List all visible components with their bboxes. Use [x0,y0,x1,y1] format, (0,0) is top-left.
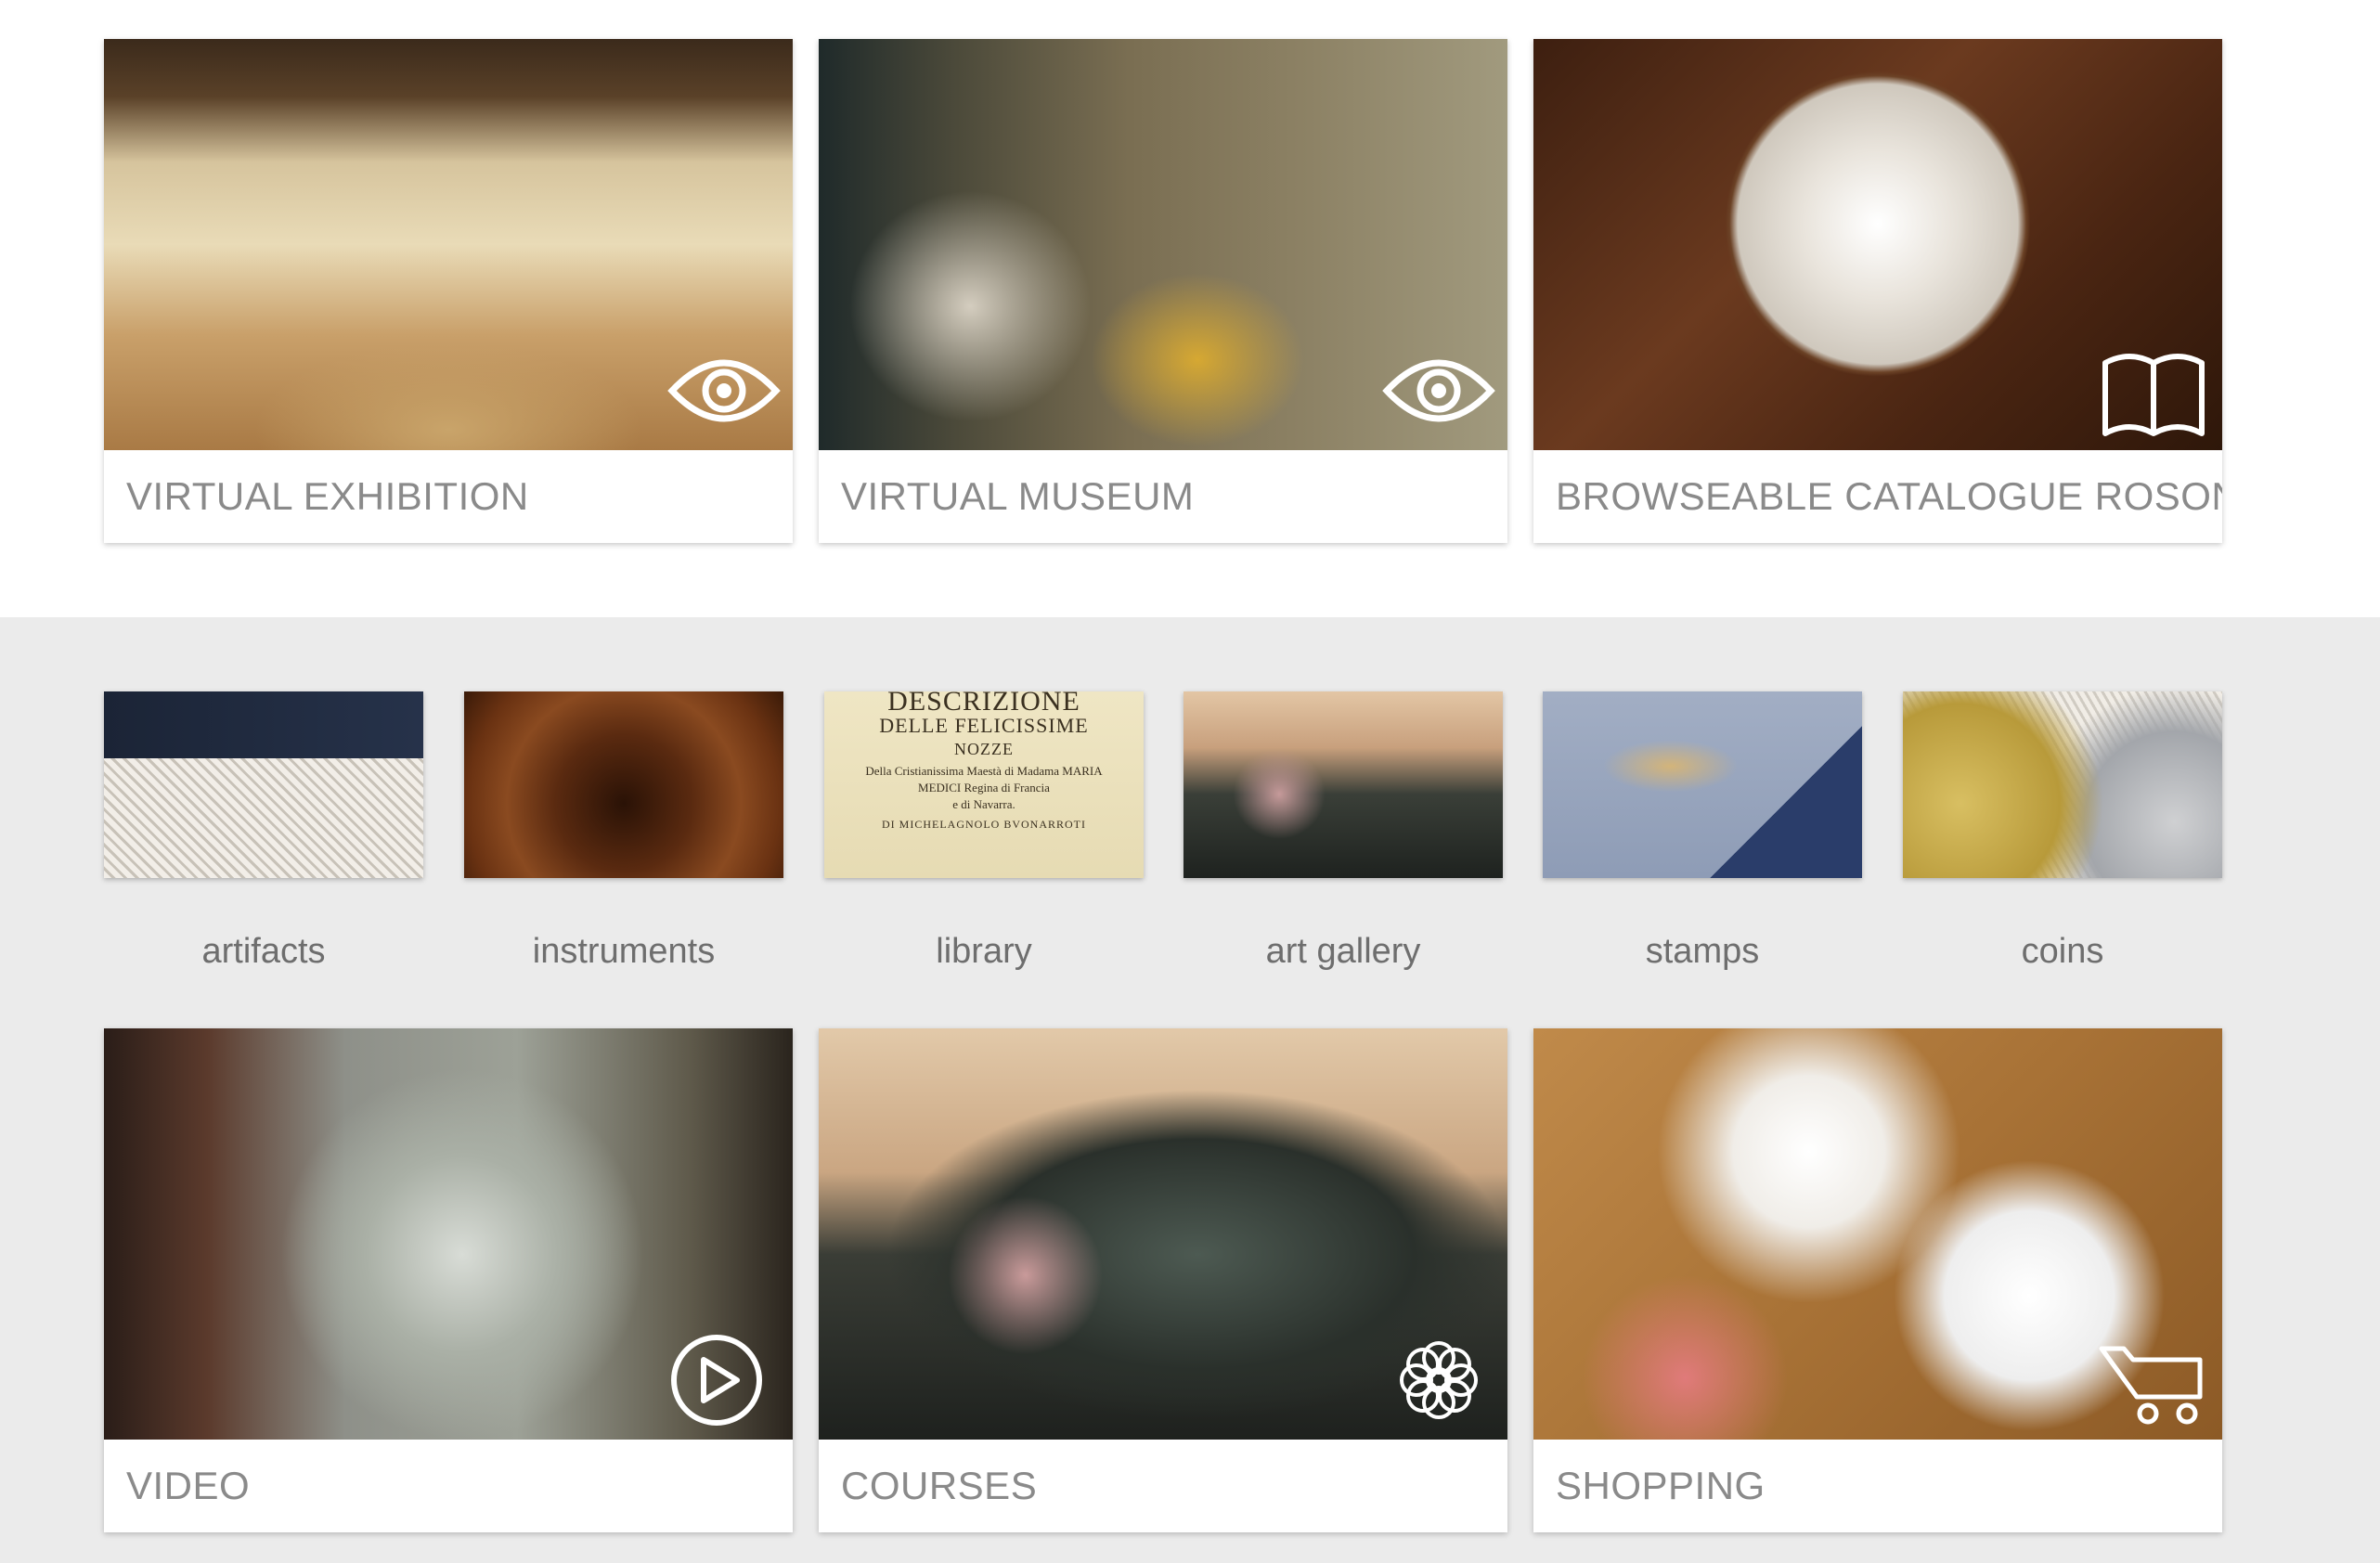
video-label: VIDEO [126,1464,251,1507]
coins-thumbnail[interactable] [1903,691,2222,878]
courses-card[interactable]: COURSES [819,1028,1507,1532]
courses-image [819,1028,1507,1440]
instruments-label[interactable]: instruments [464,932,783,972]
virtual-museum-label: VIRTUAL MUSEUM [841,474,1195,518]
library-book-author: DI MICHELAGNOLO BVONARROTI [882,818,1086,831]
library-thumbnail[interactable]: DESCRIZIONE DELLE FELICISSIME NOZZE Dell… [824,691,1144,878]
art-gallery-label[interactable]: art gallery [1184,932,1503,972]
eye-icon [1382,359,1495,422]
stamps-label[interactable]: stamps [1543,932,1862,972]
shopping-card[interactable]: SHOPPING [1533,1028,2222,1532]
shopping-image [1533,1028,2222,1440]
video-image [104,1028,793,1440]
stamps-thumbnail[interactable] [1543,691,1862,878]
library-book-line: MEDICI Regina di Francia [918,781,1050,794]
artifacts-thumbnail[interactable] [104,691,423,878]
library-book-line: Della Cristianissima Maestà di Madama MA… [865,764,1103,778]
cart-icon [2099,1346,2203,1425]
library-book-line: e di Navarra. [952,797,1015,811]
library-label[interactable]: library [824,932,1144,972]
virtual-exhibition-card[interactable]: VIRTUAL EXHIBITION [104,39,793,543]
browseable-catalogue-card[interactable]: BROWSEABLE CATALOGUE ROSONI [1533,39,2222,543]
virtual-exhibition-label: VIRTUAL EXHIBITION [126,474,529,518]
browseable-catalogue-image [1533,39,2222,450]
instruments-thumbnail[interactable] [464,691,783,878]
page: VIRTUAL EXHIBITION VIRTUAL MUSEUM BROWSE… [0,0,2380,1563]
book-icon [2102,354,2205,436]
virtual-museum-image [819,39,1507,450]
play-icon [671,1335,762,1426]
courses-label: COURSES [841,1464,1038,1507]
virtual-museum-card[interactable]: VIRTUAL MUSEUM [819,39,1507,543]
shopping-label: SHOPPING [1556,1464,1766,1507]
browseable-catalogue-label: BROWSEABLE CATALOGUE ROSONI [1556,474,2222,518]
flower-icon [1400,1341,1478,1419]
top-section: VIRTUAL EXHIBITION VIRTUAL MUSEUM BROWSE… [0,0,2380,617]
virtual-exhibition-image [104,39,793,450]
coins-label[interactable]: coins [1903,932,2222,972]
library-book-line: NOZZE [954,740,1014,758]
artifacts-label[interactable]: artifacts [104,932,423,972]
video-card[interactable]: VIDEO [104,1028,793,1532]
art-gallery-thumbnail[interactable] [1184,691,1503,878]
eye-icon [667,359,781,422]
library-book-subtitle: DELLE FELICISSIME [879,714,1089,737]
